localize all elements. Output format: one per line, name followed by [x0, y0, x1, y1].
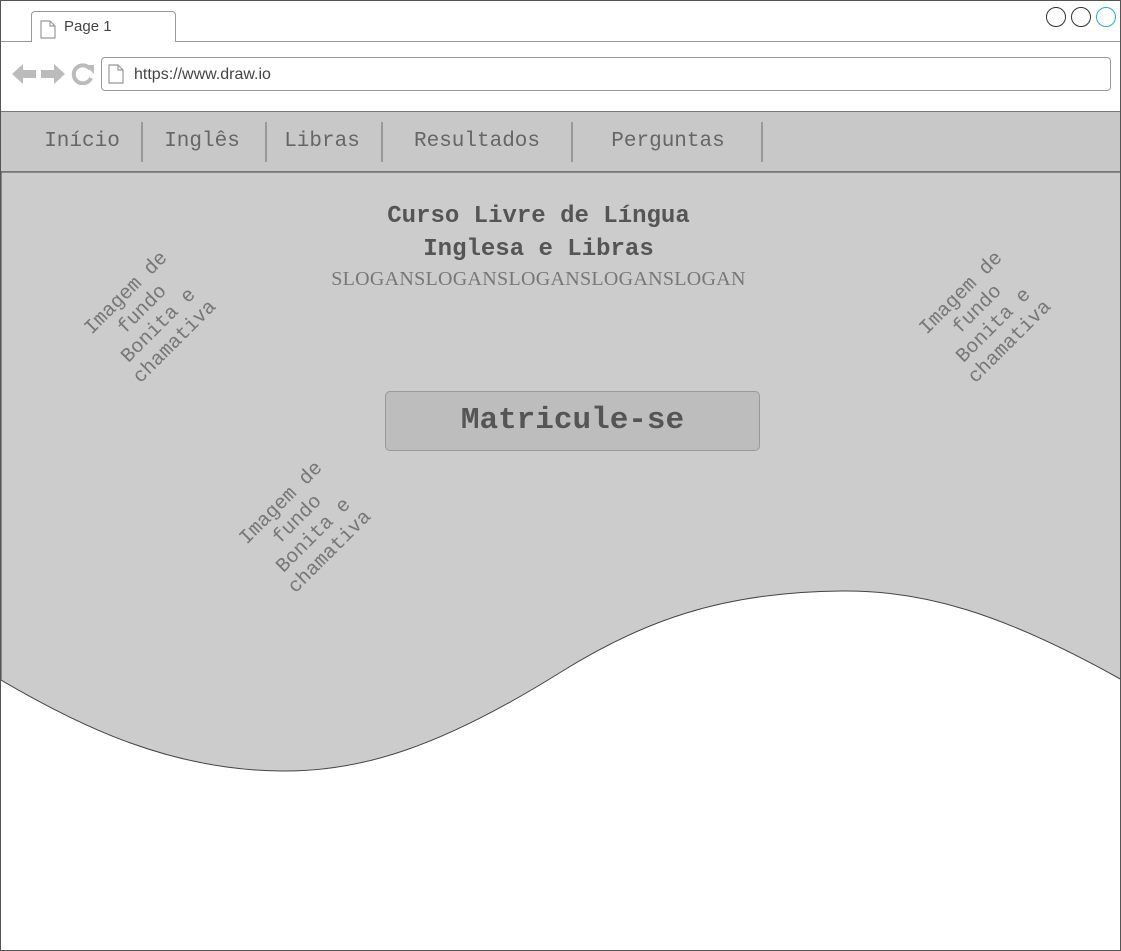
- nav-item-resultados[interactable]: Resultados: [393, 112, 561, 171]
- nav-separator: [265, 122, 267, 162]
- hero-section: Curso Livre de Língua Inglesa e Libras S…: [1, 172, 1120, 950]
- window-circle-button[interactable]: [1071, 7, 1091, 27]
- nav-item-ingles[interactable]: Inglês: [151, 112, 253, 171]
- page-icon: [108, 64, 124, 89]
- site-nav-bar: Início Inglês Libras Resultados Pergunta…: [1, 111, 1120, 172]
- nav-separator: [571, 122, 573, 162]
- hero-title-line: Curso Livre de Língua: [387, 203, 690, 230]
- enroll-button[interactable]: Matricule-se: [385, 391, 760, 451]
- browser-window: Page 1 https://www.draw.io Início Inglês…: [0, 0, 1121, 951]
- hero-slogan: SLOGANSLOGANSLOGANSLOGANSLOGAN: [331, 268, 746, 290]
- address-bar[interactable]: https://www.draw.io: [101, 57, 1111, 91]
- nav-item-perguntas[interactable]: Perguntas: [583, 112, 753, 171]
- tab-strip-gap: [32, 41, 175, 43]
- hero-title: Curso Livre de Língua Inglesa e Libras: [301, 200, 776, 266]
- forward-icon[interactable]: [40, 63, 66, 90]
- nav-separator: [141, 122, 143, 162]
- browser-tab[interactable]: Page 1: [31, 11, 176, 42]
- tab-label: Page 1: [64, 18, 112, 35]
- hero-title-line: Inglesa e Libras: [423, 236, 654, 263]
- nav-item-inicio[interactable]: Início: [31, 112, 133, 171]
- nav-separator: [761, 122, 763, 162]
- window-circle-button-active[interactable]: [1096, 7, 1116, 27]
- reload-icon[interactable]: [71, 63, 95, 90]
- nav-separator: [381, 122, 383, 162]
- window-circle-button[interactable]: [1046, 7, 1066, 27]
- nav-item-libras[interactable]: Libras: [271, 112, 373, 171]
- back-icon[interactable]: [11, 63, 37, 90]
- url-text: https://www.draw.io: [134, 66, 271, 83]
